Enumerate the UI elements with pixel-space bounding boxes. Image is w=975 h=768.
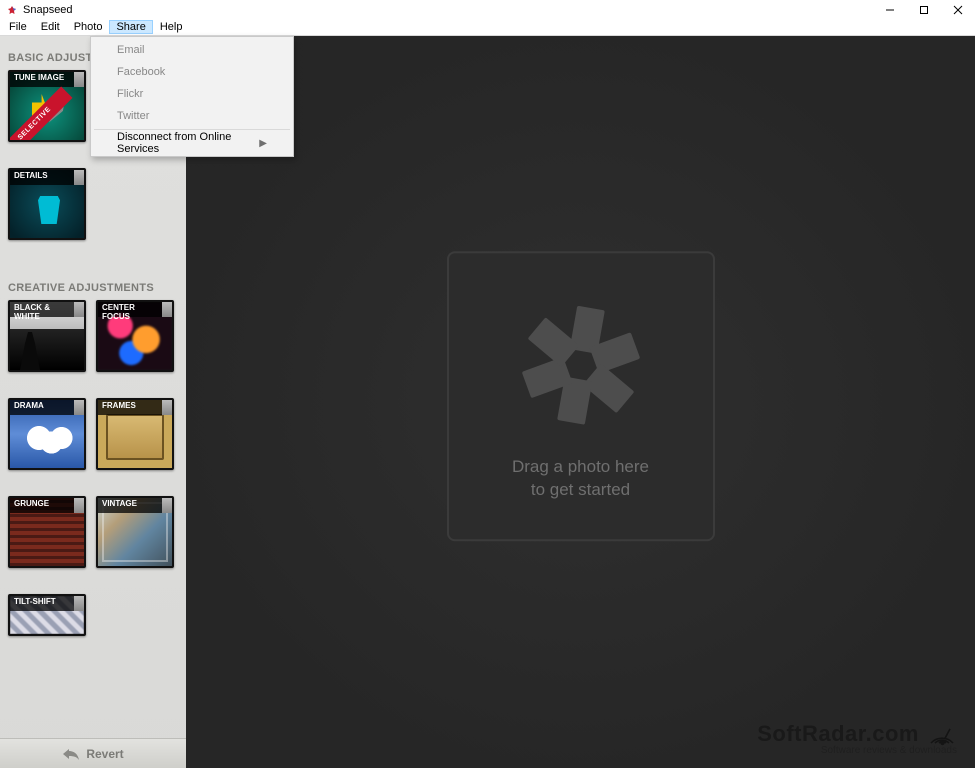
tool-tune-image[interactable]: TUNE IMAGE SELECTIVE [8,70,86,142]
creative-section-title: CREATIVE ADJUSTMENTS [0,266,186,300]
menu-edit[interactable]: Edit [34,20,67,34]
share-disconnect-label: Disconnect from Online Services [117,131,259,155]
drop-text: Drag a photo here to get started [512,456,649,502]
tile-tab-icon [74,400,84,415]
share-twitter[interactable]: Twitter [93,105,291,127]
tool-label: TILT-SHIFT [10,596,84,611]
tool-label: BLACK & WHITE [10,302,84,317]
tool-black-white[interactable]: BLACK & WHITE [8,300,86,372]
minimize-button[interactable] [873,0,907,19]
menu-file[interactable]: File [2,20,34,34]
radar-icon [927,721,957,747]
watermark-text: SoftRadar.com [757,721,919,747]
app-icon [6,4,18,16]
tool-label: VINTAGE [98,498,172,513]
tool-label: TUNE IMAGE [10,72,84,87]
menubar: File Edit Photo Share Help [0,19,975,36]
share-dropdown: Email Facebook Flickr Twitter Disconnect… [90,36,294,157]
share-disconnect[interactable]: Disconnect from Online Services ▶ [93,132,291,154]
revert-label: Revert [86,747,123,761]
tile-tab-icon [162,400,172,415]
watermark: SoftRadar.com Software reviews & downloa… [757,721,957,756]
tool-label: DRAMA [10,400,84,415]
app-title: Snapseed [23,4,73,16]
maximize-button[interactable] [907,0,941,19]
tile-tab-icon [74,302,84,317]
tool-vintage[interactable]: VINTAGE [96,496,174,568]
drop-line1: Drag a photo here [512,456,649,479]
tile-tab-icon [74,170,84,185]
menu-separator [94,129,290,130]
tile-tab-icon [162,498,172,513]
tile-tab-icon [74,596,84,611]
tile-tab-icon [74,498,84,513]
close-button[interactable] [941,0,975,19]
pinwheel-icon [506,290,656,440]
canvas-area[interactable]: Drag a photo here to get started SoftRad… [186,36,975,768]
tool-center-focus[interactable]: CENTER FOCUS [96,300,174,372]
workspace: Email Facebook Flickr Twitter Disconnect… [0,36,975,768]
share-email[interactable]: Email [93,39,291,61]
tool-label: CENTER FOCUS [98,302,172,317]
submenu-arrow-icon: ▶ [259,138,267,149]
tool-drama[interactable]: DRAMA [8,398,86,470]
tool-label: FRAMES [98,400,172,415]
tool-grunge[interactable]: GRUNGE [8,496,86,568]
revert-button[interactable]: Revert [0,738,186,768]
tool-tilt-shift[interactable]: TILT-SHIFT [8,594,86,636]
titlebar: Snapseed [0,0,975,19]
drop-zone[interactable]: Drag a photo here to get started [447,251,715,541]
tool-details[interactable]: DETAILS [8,168,86,240]
menu-help[interactable]: Help [153,20,190,34]
tile-tab-icon [74,72,84,87]
revert-arrow-icon [62,748,80,760]
share-facebook[interactable]: Facebook [93,61,291,83]
tile-tab-icon [162,302,172,317]
menu-share[interactable]: Share [109,20,152,34]
drop-line2: to get started [512,479,649,502]
window-controls [873,0,975,19]
tool-label: GRUNGE [10,498,84,513]
share-flickr[interactable]: Flickr [93,83,291,105]
menu-photo[interactable]: Photo [67,20,110,34]
tool-label: DETAILS [10,170,84,185]
tool-frames[interactable]: FRAMES [96,398,174,470]
